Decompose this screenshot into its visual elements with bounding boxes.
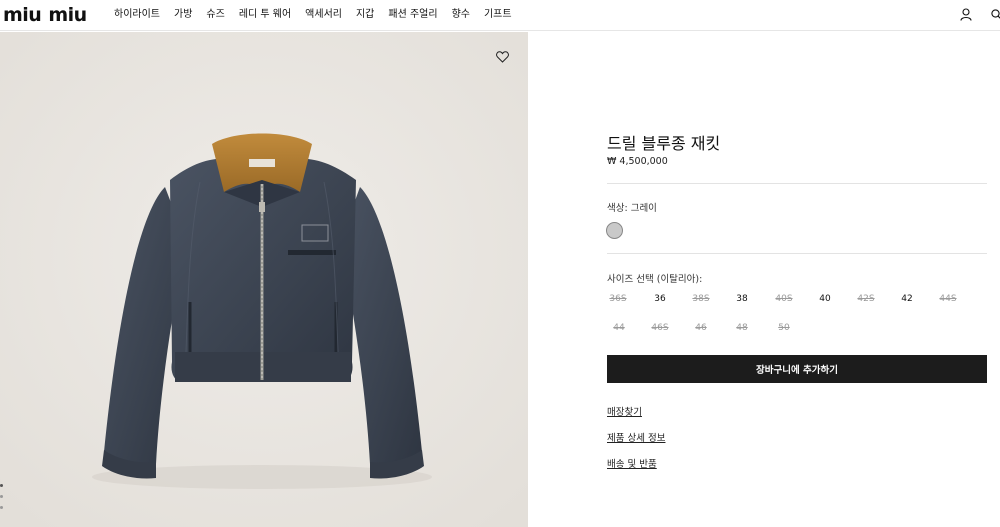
- size-option[interactable]: 44: [604, 323, 634, 333]
- size-option[interactable]: 50: [769, 323, 799, 333]
- product-price: ₩ 4,500,000: [607, 156, 668, 167]
- product-gallery: [0, 32, 528, 527]
- nav-item-wallets[interactable]: 지갑: [356, 8, 374, 22]
- logo-text-2: miu: [48, 4, 87, 26]
- size-option[interactable]: 48: [727, 323, 757, 333]
- product-detail-panel: 드릴 블루종 재킷 ₩ 4,500,000 색상: 그레이 사이즈 선택 (이탈…: [528, 32, 1000, 527]
- gallery-dot[interactable]: [0, 484, 3, 487]
- nav-item-ready-to-wear[interactable]: 레디 투 웨어: [239, 8, 291, 22]
- logo-text-1: miu: [3, 4, 42, 26]
- heart-icon[interactable]: [496, 48, 512, 64]
- color-label: 색상: 그레이: [607, 203, 657, 214]
- nav-item-jewelry[interactable]: 패션 주얼리: [388, 8, 437, 22]
- size-option[interactable]: 38: [727, 294, 757, 304]
- nav-item-accessories[interactable]: 액세서리: [305, 8, 342, 22]
- shipping-returns-link[interactable]: 배송 및 반품: [607, 456, 657, 470]
- search-icon[interactable]: [988, 6, 1000, 22]
- nav-item-bags[interactable]: 가방: [174, 8, 192, 22]
- divider: [607, 253, 987, 254]
- gallery-pagination: [0, 484, 3, 509]
- nav-item-highlights[interactable]: 하이라이트: [114, 8, 160, 22]
- main-nav: 하이라이트 가방 슈즈 레디 투 웨어 액세서리 지갑 패션 주얼리 향수 기프…: [114, 8, 526, 22]
- account-icon[interactable]: [958, 6, 974, 22]
- brand-logo[interactable]: miu miu: [3, 5, 87, 25]
- size-option[interactable]: 36: [645, 294, 675, 304]
- store-locator-link[interactable]: 매장찾기: [607, 404, 642, 418]
- size-label: 사이즈 선택 (이탈리아):: [607, 274, 703, 285]
- size-option[interactable]: 38S: [686, 294, 716, 304]
- gallery-dot[interactable]: [0, 495, 3, 498]
- gallery-dot[interactable]: [0, 506, 3, 509]
- product-details-link[interactable]: 제품 상세 정보: [607, 430, 665, 444]
- size-option[interactable]: 46: [686, 323, 716, 333]
- size-option[interactable]: 40S: [769, 294, 799, 304]
- size-option[interactable]: 36S: [603, 294, 633, 304]
- nav-item-gifts[interactable]: 기프트: [484, 8, 512, 22]
- color-swatch-grey[interactable]: [606, 222, 623, 239]
- jacket-photo: [0, 32, 528, 527]
- size-option[interactable]: 40: [810, 294, 840, 304]
- size-option[interactable]: 42: [892, 294, 922, 304]
- size-option[interactable]: 42S: [851, 294, 881, 304]
- nav-item-shoes[interactable]: 슈즈: [206, 8, 224, 22]
- add-to-cart-button[interactable]: 장바구니에 추가하기: [607, 355, 987, 383]
- top-header: miu miu 하이라이트 가방 슈즈 레디 투 웨어 액세서리 지갑 패션 주…: [0, 0, 1000, 31]
- nav-item-fragrance[interactable]: 향수: [452, 8, 470, 22]
- size-option[interactable]: 44S: [933, 294, 963, 304]
- header-icons: [958, 6, 1000, 22]
- product-title: 드릴 블루종 재킷: [607, 134, 721, 153]
- size-option[interactable]: 46S: [645, 323, 675, 333]
- divider: [607, 183, 987, 184]
